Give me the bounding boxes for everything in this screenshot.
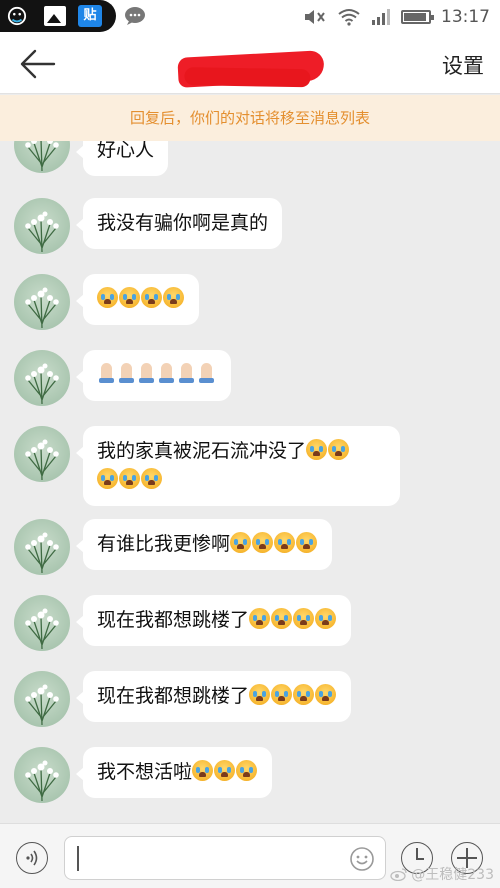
- mute-icon: [305, 10, 325, 24]
- crying-emoji-icon: [293, 684, 315, 705]
- tieba-icon: 贴: [78, 5, 102, 27]
- message-input[interactable]: [64, 836, 386, 880]
- message-bubble[interactable]: 我的家真被泥石流冲没了: [76, 426, 400, 506]
- message-bubble[interactable]: [76, 350, 231, 401]
- crying-emoji-icon: [141, 468, 162, 489]
- voice-waves-icon: [26, 850, 38, 866]
- message-text: 现在我都想跳楼了: [97, 609, 250, 631]
- crying-emoji-icon: [271, 684, 293, 705]
- crying-emoji-icon: [119, 287, 140, 308]
- image-icon: [44, 6, 66, 26]
- crying-emoji-icon: [249, 608, 271, 629]
- avatar[interactable]: [14, 274, 70, 330]
- crying-emoji-icon: [141, 287, 162, 308]
- crying-emoji-icon: [252, 532, 274, 553]
- crying-emoji-icon: [230, 532, 252, 553]
- signal-icon: [372, 9, 390, 25]
- crying-emoji-icon: [214, 760, 236, 781]
- status-time: 13:17: [441, 7, 490, 27]
- message-text: 有谁比我更惨啊: [97, 533, 231, 555]
- battery-icon: [401, 10, 434, 24]
- praying-hands-icon: [157, 363, 176, 385]
- avatar[interactable]: [14, 426, 70, 482]
- avatar[interactable]: [14, 519, 70, 575]
- status-bar-notifications: 贴: [0, 0, 116, 32]
- tie-icon: [7, 6, 27, 26]
- crying-emoji-icon: [328, 439, 350, 460]
- praying-hands-icon: [177, 363, 196, 385]
- crying-emoji-icon: [293, 608, 315, 629]
- crying-emoji-icon: [315, 608, 337, 629]
- settings-button[interactable]: 设置: [442, 50, 484, 80]
- crying-emoji-icon: [97, 468, 118, 489]
- praying-hands-icon: [137, 363, 156, 385]
- message-text: 我没有骗你啊是真的: [97, 212, 269, 234]
- message-bubble[interactable]: 我不想活啦: [75, 747, 273, 798]
- message-text: 好心人: [97, 141, 155, 161]
- praying-hands-icon: [197, 363, 216, 385]
- crying-emoji-icon: [249, 684, 271, 705]
- crying-emoji-icon: [119, 468, 140, 489]
- message-bubble[interactable]: 现在我都想跳楼了: [75, 595, 352, 646]
- crying-emoji-icon: [315, 684, 337, 705]
- crying-emoji-icon: [192, 760, 214, 781]
- text-caret: [77, 846, 79, 871]
- avatar[interactable]: [14, 141, 70, 173]
- watermark: @王稳健233: [390, 864, 494, 884]
- message-bubble[interactable]: 现在我都想跳楼了: [75, 671, 352, 722]
- smiley-icon[interactable]: [349, 846, 375, 872]
- status-bar: 贴 13:17: [0, 0, 500, 34]
- crying-emoji-icon: [236, 760, 258, 781]
- praying-hands-icon: [97, 363, 116, 385]
- avatar[interactable]: [14, 747, 70, 803]
- watermark-text: @王稳健233: [411, 867, 494, 883]
- input-bar: @王稳健233: [0, 823, 500, 888]
- wifi-icon: [338, 9, 360, 26]
- redacted-contact-name: [177, 50, 325, 88]
- message-bubble[interactable]: 我没有骗你啊是真的: [75, 198, 283, 249]
- voice-icon[interactable]: [16, 842, 48, 874]
- crying-emoji-icon: [97, 287, 118, 308]
- status-bar-system: 13:17: [303, 0, 490, 34]
- crying-emoji-icon: [163, 287, 184, 308]
- message-text: 我不想活啦: [97, 761, 193, 783]
- praying-hands-icon: [117, 363, 136, 385]
- message-bubble[interactable]: [76, 274, 199, 325]
- crying-emoji-icon: [274, 532, 296, 553]
- avatar[interactable]: [14, 350, 70, 406]
- crying-emoji-icon: [306, 439, 328, 460]
- chat-icon: [125, 7, 145, 25]
- message-list[interactable]: 好心人 我没有骗你啊是真的 我的家真被泥石流冲没了 有谁比我更惨啊 现在我都想跳…: [0, 141, 500, 823]
- reply-notice-banner: 回复后，你们的对话将移至消息列表: [0, 95, 500, 141]
- avatar[interactable]: [14, 595, 70, 651]
- message-text: 现在我都想跳楼了: [97, 685, 250, 707]
- avatar[interactable]: [14, 671, 70, 727]
- message-bubble[interactable]: 好心人: [75, 141, 169, 176]
- message-text: 我的家真被泥石流冲没了: [97, 440, 307, 462]
- weibo-logo-icon: [390, 868, 407, 881]
- crying-emoji-icon: [296, 532, 318, 553]
- back-arrow-icon[interactable]: [18, 47, 58, 81]
- avatar[interactable]: [14, 198, 70, 254]
- chat-header: 设置: [0, 34, 500, 94]
- crying-emoji-icon: [271, 608, 293, 629]
- message-bubble[interactable]: 有谁比我更惨啊: [75, 519, 333, 570]
